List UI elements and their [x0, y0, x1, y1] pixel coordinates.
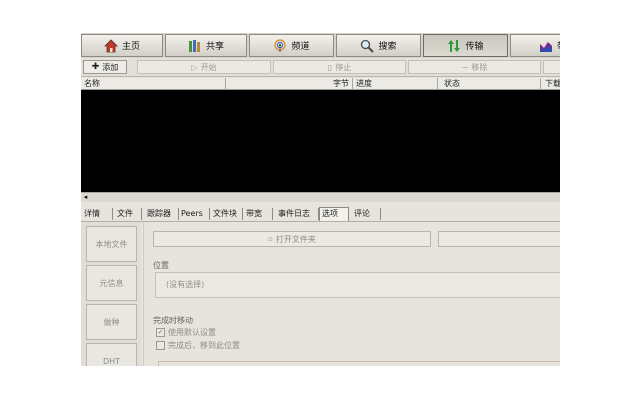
location-label: 位置 [153, 261, 169, 270]
transfer-list[interactable] [81, 90, 560, 192]
move-after-complete-setting[interactable]: 完成后，移到此位置 [156, 340, 240, 351]
nav-share-button[interactable]: 共享 [165, 34, 247, 57]
start-button[interactable]: ▷ 开始 [137, 60, 271, 74]
secondary-button[interactable] [438, 231, 560, 247]
horizontal-scrollbar[interactable]: ◂ [81, 192, 560, 202]
stop-button[interactable]: ▯ 停止 [273, 60, 406, 74]
nav-stats-button[interactable]: 带 [510, 34, 560, 57]
stop-icon: ▯ [327, 62, 333, 72]
open-folder-button[interactable]: ▫ 打开文件夹 [153, 231, 431, 247]
column-status[interactable]: 状态 [438, 78, 541, 89]
magnifier-icon [360, 39, 375, 53]
remove-button[interactable]: − 移除 [408, 60, 541, 74]
tab-options[interactable]: 选项 [319, 207, 349, 221]
transfer-toolbar: ✚ 添加 ▷ 开始 ▯ 停止 − 移除 [81, 59, 560, 77]
tab-pieces[interactable]: 文件块 [210, 208, 243, 220]
seeding-button[interactable]: 做种 [86, 304, 137, 340]
tab-peers[interactable]: Peers [179, 208, 210, 220]
chart-icon [539, 39, 553, 53]
tab-details[interactable]: 详情 [81, 208, 113, 220]
metainfo-button[interactable]: 元信息 [86, 265, 137, 301]
column-bytes[interactable]: 字节 [226, 78, 353, 89]
nav-transfers-button[interactable]: 传输 [423, 34, 508, 57]
use-default-setting[interactable]: ✓ 使用默认设置 [156, 327, 216, 338]
folder-icon: ▫ [268, 235, 273, 243]
play-icon: ▷ [191, 62, 198, 72]
main-nav: 主页 共享 频道 搜索 传输 [81, 33, 560, 58]
move-after-complete-checkbox[interactable] [156, 341, 165, 350]
broadcast-icon [273, 38, 287, 53]
nav-channels-button[interactable]: 频道 [249, 34, 334, 57]
tab-bandwidth[interactable]: 带宽 [243, 208, 273, 220]
tab-event-log[interactable]: 事件日志 [276, 208, 319, 220]
tab-comments[interactable]: 评论 [351, 208, 381, 220]
home-icon [104, 38, 118, 53]
detail-tabs: 详情 文件 跟踪器 Peers 文件块 带宽 事件日志 选项 评论 [81, 207, 560, 222]
add-button[interactable]: ✚ 添加 [83, 60, 127, 74]
minus-icon: − [461, 62, 469, 72]
column-progress[interactable]: 进度 [353, 78, 438, 89]
tab-trackers[interactable]: 跟踪器 [145, 208, 179, 220]
updown-arrows-icon [447, 39, 461, 53]
app-window: 主页 共享 频道 搜索 传输 ✚ 添加 ▷ 开始 ▯ 停止 − 移除 名称 字节… [81, 33, 560, 366]
options-sidebar: 本地文件 元信息 做种 DHT [81, 222, 141, 366]
move-on-complete-label: 完成时移动 [153, 316, 193, 325]
location-field[interactable]: (没有选择) [155, 272, 560, 298]
column-download[interactable]: 下载 [541, 78, 560, 89]
move-location-field[interactable] [158, 361, 560, 366]
local-files-options: ▫ 打开文件夹 位置 (没有选择) 完成时移动 ✓ 使用默认设置 完成后，移到此… [143, 222, 560, 366]
add-icon: ✚ [91, 62, 100, 72]
transfer-list-header: 名称 字节 进度 状态 下载 [81, 78, 560, 90]
more-toolbar-button[interactable] [543, 60, 560, 74]
scroll-left-icon[interactable]: ◂ [82, 194, 89, 201]
use-default-checkbox[interactable]: ✓ [156, 328, 165, 337]
nav-search-button[interactable]: 搜索 [336, 34, 421, 57]
tab-files[interactable]: 文件 [113, 208, 142, 220]
books-icon [188, 39, 202, 53]
dht-button[interactable]: DHT [86, 343, 137, 366]
local-files-button[interactable]: 本地文件 [86, 226, 137, 262]
nav-home-button[interactable]: 主页 [81, 34, 163, 57]
column-name[interactable]: 名称 [81, 78, 226, 89]
